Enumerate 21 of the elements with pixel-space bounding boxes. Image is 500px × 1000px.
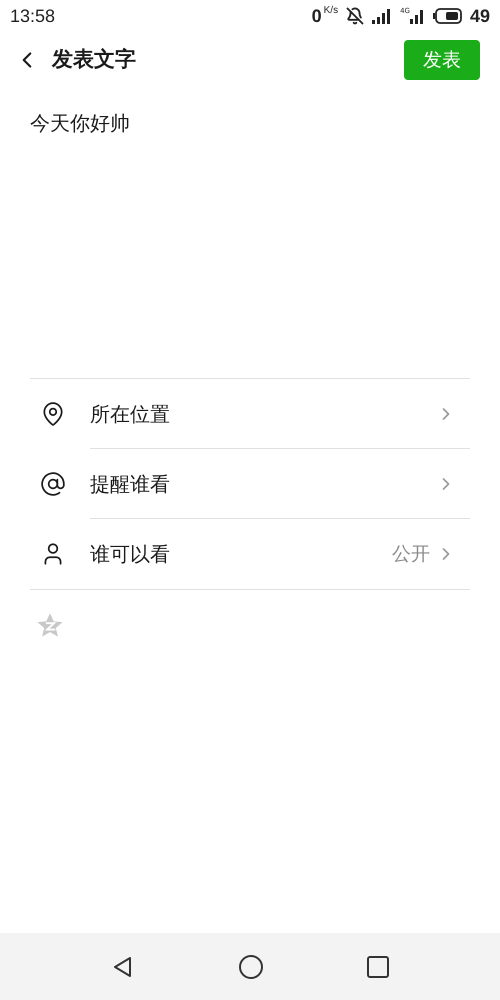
mute-icon — [346, 7, 364, 25]
option-label: 所在位置 — [90, 400, 170, 428]
option-label: 提醒谁看 — [90, 470, 170, 498]
status-time: 13:58 — [10, 4, 56, 28]
battery-level: 49 — [470, 4, 490, 28]
post-text[interactable]: 今天你好帅 — [30, 111, 130, 135]
option-label: 谁可以看 — [90, 541, 170, 568]
recent-apps-icon[interactable] — [366, 956, 389, 978]
option-row[interactable]: 谁可以看 公开 — [90, 519, 470, 589]
at-sign-icon — [40, 471, 66, 497]
option-value: 公开 — [392, 542, 430, 567]
network-speed: 0 — [312, 4, 322, 28]
page-title: 发表文字 — [52, 46, 136, 74]
home-icon[interactable] — [238, 954, 264, 980]
option-row[interactable]: 提醒谁看 — [90, 449, 470, 519]
star-icon[interactable] — [36, 612, 64, 639]
option-row[interactable]: 所在位置 — [90, 379, 470, 449]
signal-icon — [372, 8, 392, 24]
battery-icon — [432, 8, 462, 24]
signal-icon — [410, 8, 424, 24]
speed-unit: K/s — [324, 4, 338, 18]
